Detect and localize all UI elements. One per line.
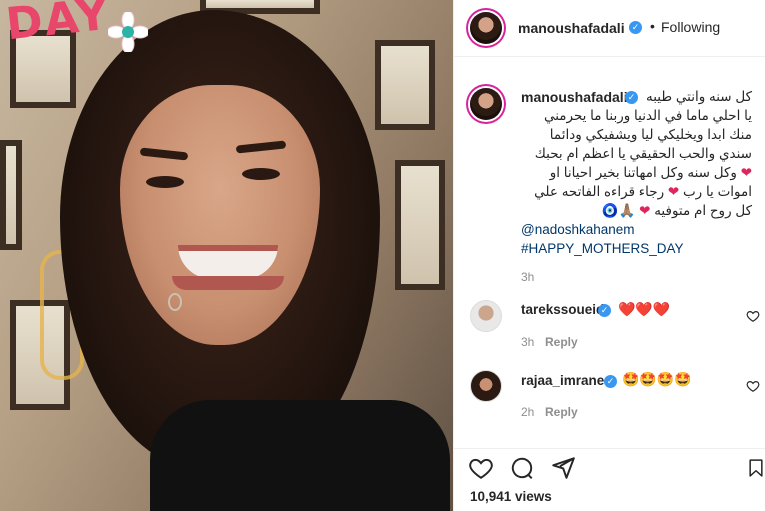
verified-badge-icon: ✓ [604,375,617,388]
caption-line-1: كل سنه وانتي طيبه [645,89,752,104]
comment-username[interactable]: rajaa_imrane [521,373,604,388]
caption-line-5: ❤ وكل سنه وكل امهاتنا بخير احيانا او [549,165,752,180]
author-avatar[interactable] [470,12,502,44]
caption-line-3: منك ابدا ويخليكي ليا ويشفيكي ودائما [549,127,752,142]
heart-outline-icon[interactable] [468,455,494,481]
comment-avatar[interactable] [470,370,502,402]
caption-author-username[interactable]: manoushafadali [521,89,628,105]
sticker-day-text: DAY [3,0,113,51]
verified-badge-icon: ✓ [598,304,611,317]
wall-frame-3 [375,40,435,130]
reply-button[interactable]: Reply [545,335,578,349]
praying-hands-emoji-icon: 🙏🏽 [618,203,636,218]
left-eye [146,176,184,188]
comment-timestamp: 2h [521,405,535,419]
heart-emoji-icon: ❤ [639,203,651,218]
comment-text: 🤩🤩🤩🤩 [622,371,692,387]
caption-author-avatar[interactable] [470,88,502,120]
view-count[interactable]: 10,941 views [470,489,552,504]
heart-outline-icon[interactable] [746,309,760,323]
caption: manoushafadali ✓ كل سنه وانتي طيبه يا اح… [454,58,765,284]
instagram-post-view: DAY manoushafadali ✓ • Following manoush… [0,0,765,511]
post-actions-bar: 10,941 views [454,448,765,511]
comment-avatar[interactable] [470,300,502,332]
shirt [150,400,450,511]
caption-line-4: سندي والحب الحقيقي يا اعظم ام بحبك [534,146,752,161]
earring [168,293,182,311]
heart-emoji-icon: ❤ [740,165,752,180]
mention-link[interactable]: @nadoshkahanem [521,222,635,237]
post-media[interactable]: DAY [0,0,453,511]
nazar-amulet-emoji-icon: 🧿 [601,203,619,218]
verified-badge-icon: ✓ [629,21,642,34]
wall-frame-2 [0,140,22,250]
right-eye [242,168,280,180]
author-username[interactable]: manoushafadali [518,20,625,36]
post-side-panel: manoushafadali ✓ • Following manoushafad… [453,0,765,511]
caption-timestamp: 3h [521,270,535,284]
wall-frame-4 [395,160,445,290]
heart-outline-icon[interactable] [746,379,760,393]
hashtag-link[interactable]: #HAPPY_MOTHERS_DAY [521,241,684,256]
comment-bubble-icon[interactable] [509,455,535,481]
verified-badge-icon: ✓ [625,91,638,104]
bookmark-icon[interactable] [746,455,765,481]
heart-emoji-icon: ❤ [667,184,680,199]
post-header: manoushafadali ✓ • Following [454,0,765,57]
reply-button[interactable]: Reply [545,405,578,419]
lower-lip [172,276,284,290]
caption-line-7: كل روح ام متوفيه ❤ 🙏🏽🧿 [601,203,752,218]
paper-plane-icon[interactable] [550,455,576,481]
flower-sticker-icon [108,12,148,52]
separator-dot: • [650,18,655,34]
comment-text: ❤️❤️❤️ [618,301,671,317]
following-button[interactable]: Following [661,19,720,35]
caption-line-2: يا احلي ماما في الدنيا وربنا ما يحرمني [543,108,752,123]
caption-line-6: اموات يا رب ❤ رجاء قراءه الفاتحه علي [534,184,752,199]
comment-timestamp: 3h [521,335,535,349]
comment-username[interactable]: tarekssoueid [521,302,604,317]
